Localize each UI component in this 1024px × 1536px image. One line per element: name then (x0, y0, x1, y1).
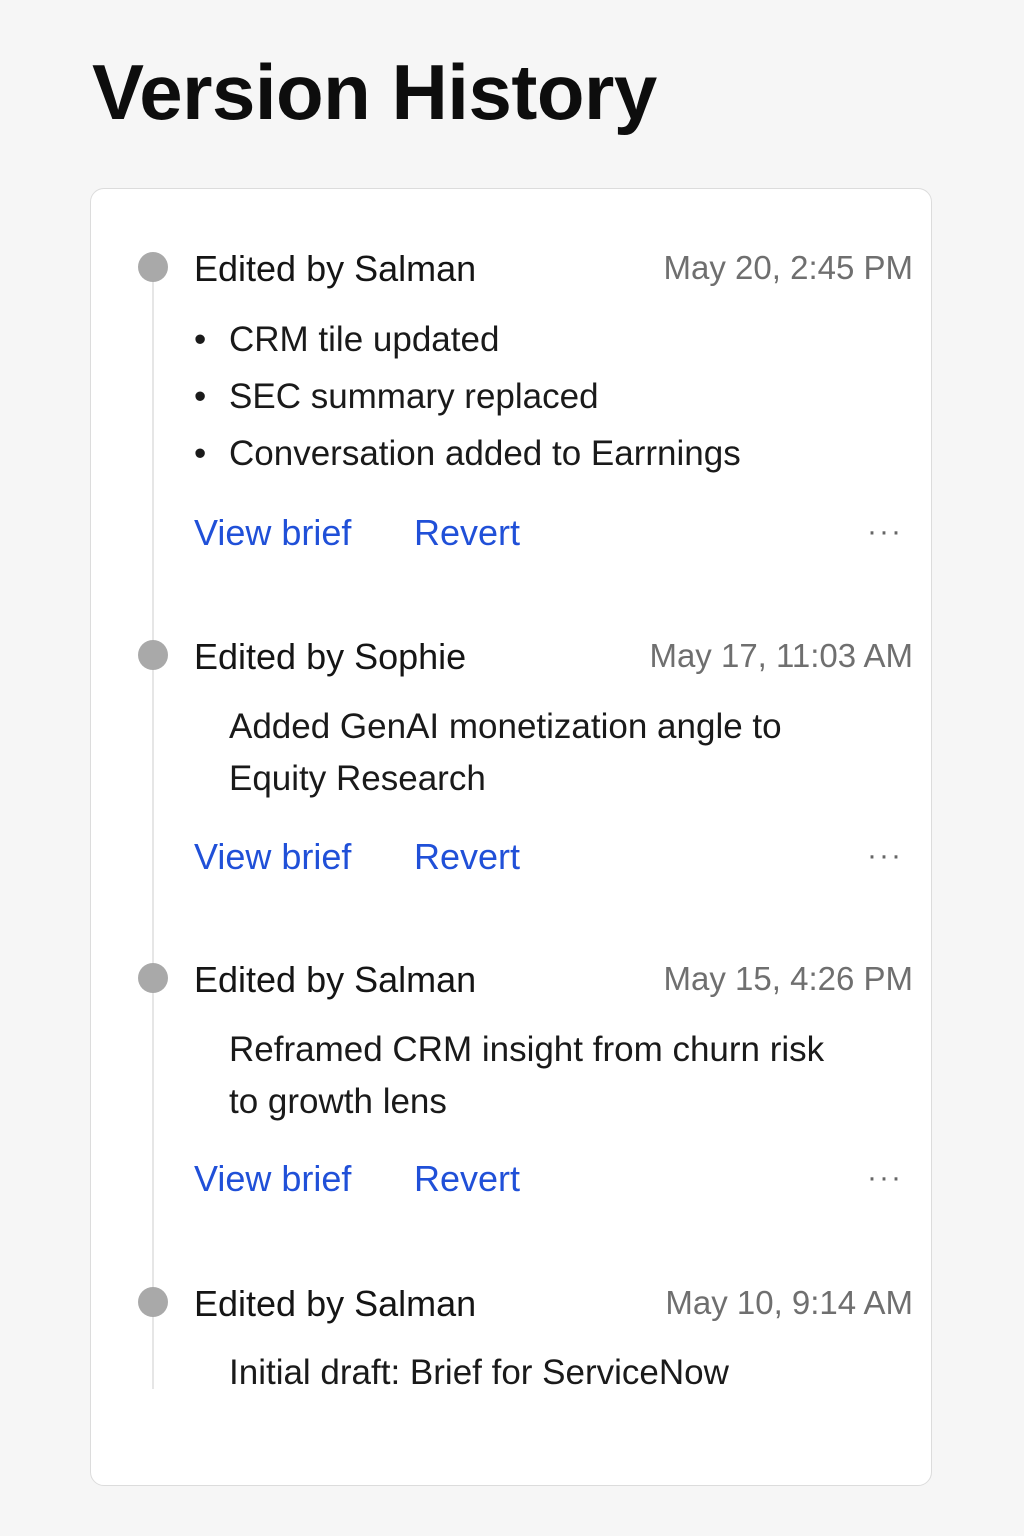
change-description: Reframed CRM insight from churn risk to … (229, 1030, 825, 1121)
bullet-icon: • (194, 320, 207, 359)
change-item: • CRM tile updated (194, 311, 741, 368)
revert-link[interactable]: Revert (414, 839, 520, 875)
change-text: Conversation added to Earrnings (229, 434, 741, 473)
timeline-dot-icon (138, 640, 168, 670)
page-title: Version History (92, 48, 657, 136)
change-item: • Conversation added to Earrnings (194, 425, 741, 482)
revert-link[interactable]: Revert (414, 515, 520, 551)
change-description: Added GenAI monetization angle to Equity… (229, 707, 782, 798)
timeline-line (152, 269, 154, 1389)
change-text: SEC summary replaced (229, 377, 599, 416)
editor-label: Edited by Salman (194, 248, 477, 289)
more-options-icon[interactable]: ··· (867, 517, 903, 547)
view-brief-link[interactable]: View brief (194, 1161, 351, 1197)
version-history-card: Edited by Salman May 20, 2:45 PM • CRM ti… (90, 188, 932, 1486)
timeline-dot-icon (138, 252, 168, 282)
revert-link[interactable]: Revert (414, 1161, 520, 1197)
change-list: • CRM tile updated • SEC summary replaced … (194, 311, 741, 482)
change-text: CRM tile updated (229, 320, 500, 359)
entry-timestamp: May 15, 4:26 PM (663, 960, 913, 997)
entry-timestamp: May 10, 9:14 AM (665, 1284, 913, 1321)
timeline-dot-icon (138, 963, 168, 993)
more-options-icon[interactable]: ··· (867, 1163, 903, 1193)
bullet-icon: • (194, 377, 207, 416)
entry-timestamp: May 17, 11:03 AM (649, 637, 913, 674)
change-item: • SEC summary replaced (194, 368, 741, 425)
entry-actions: View brief Revert ··· (194, 839, 913, 879)
more-options-icon[interactable]: ··· (867, 841, 903, 871)
timeline-dot-icon (138, 1287, 168, 1317)
editor-label: Edited by Salman (194, 1283, 477, 1324)
view-brief-link[interactable]: View brief (194, 839, 351, 875)
change-description: Initial draft: Brief for ServiceNow (229, 1353, 729, 1392)
entry-actions: View brief Revert ··· (194, 1161, 913, 1201)
editor-label: Edited by Sophie (194, 636, 467, 677)
view-brief-link[interactable]: View brief (194, 515, 351, 551)
editor-label: Edited by Salman (194, 959, 477, 1000)
entry-timestamp: May 20, 2:45 PM (663, 249, 913, 286)
entry-actions: View brief Revert ··· (194, 515, 913, 555)
bullet-icon: • (194, 434, 207, 473)
